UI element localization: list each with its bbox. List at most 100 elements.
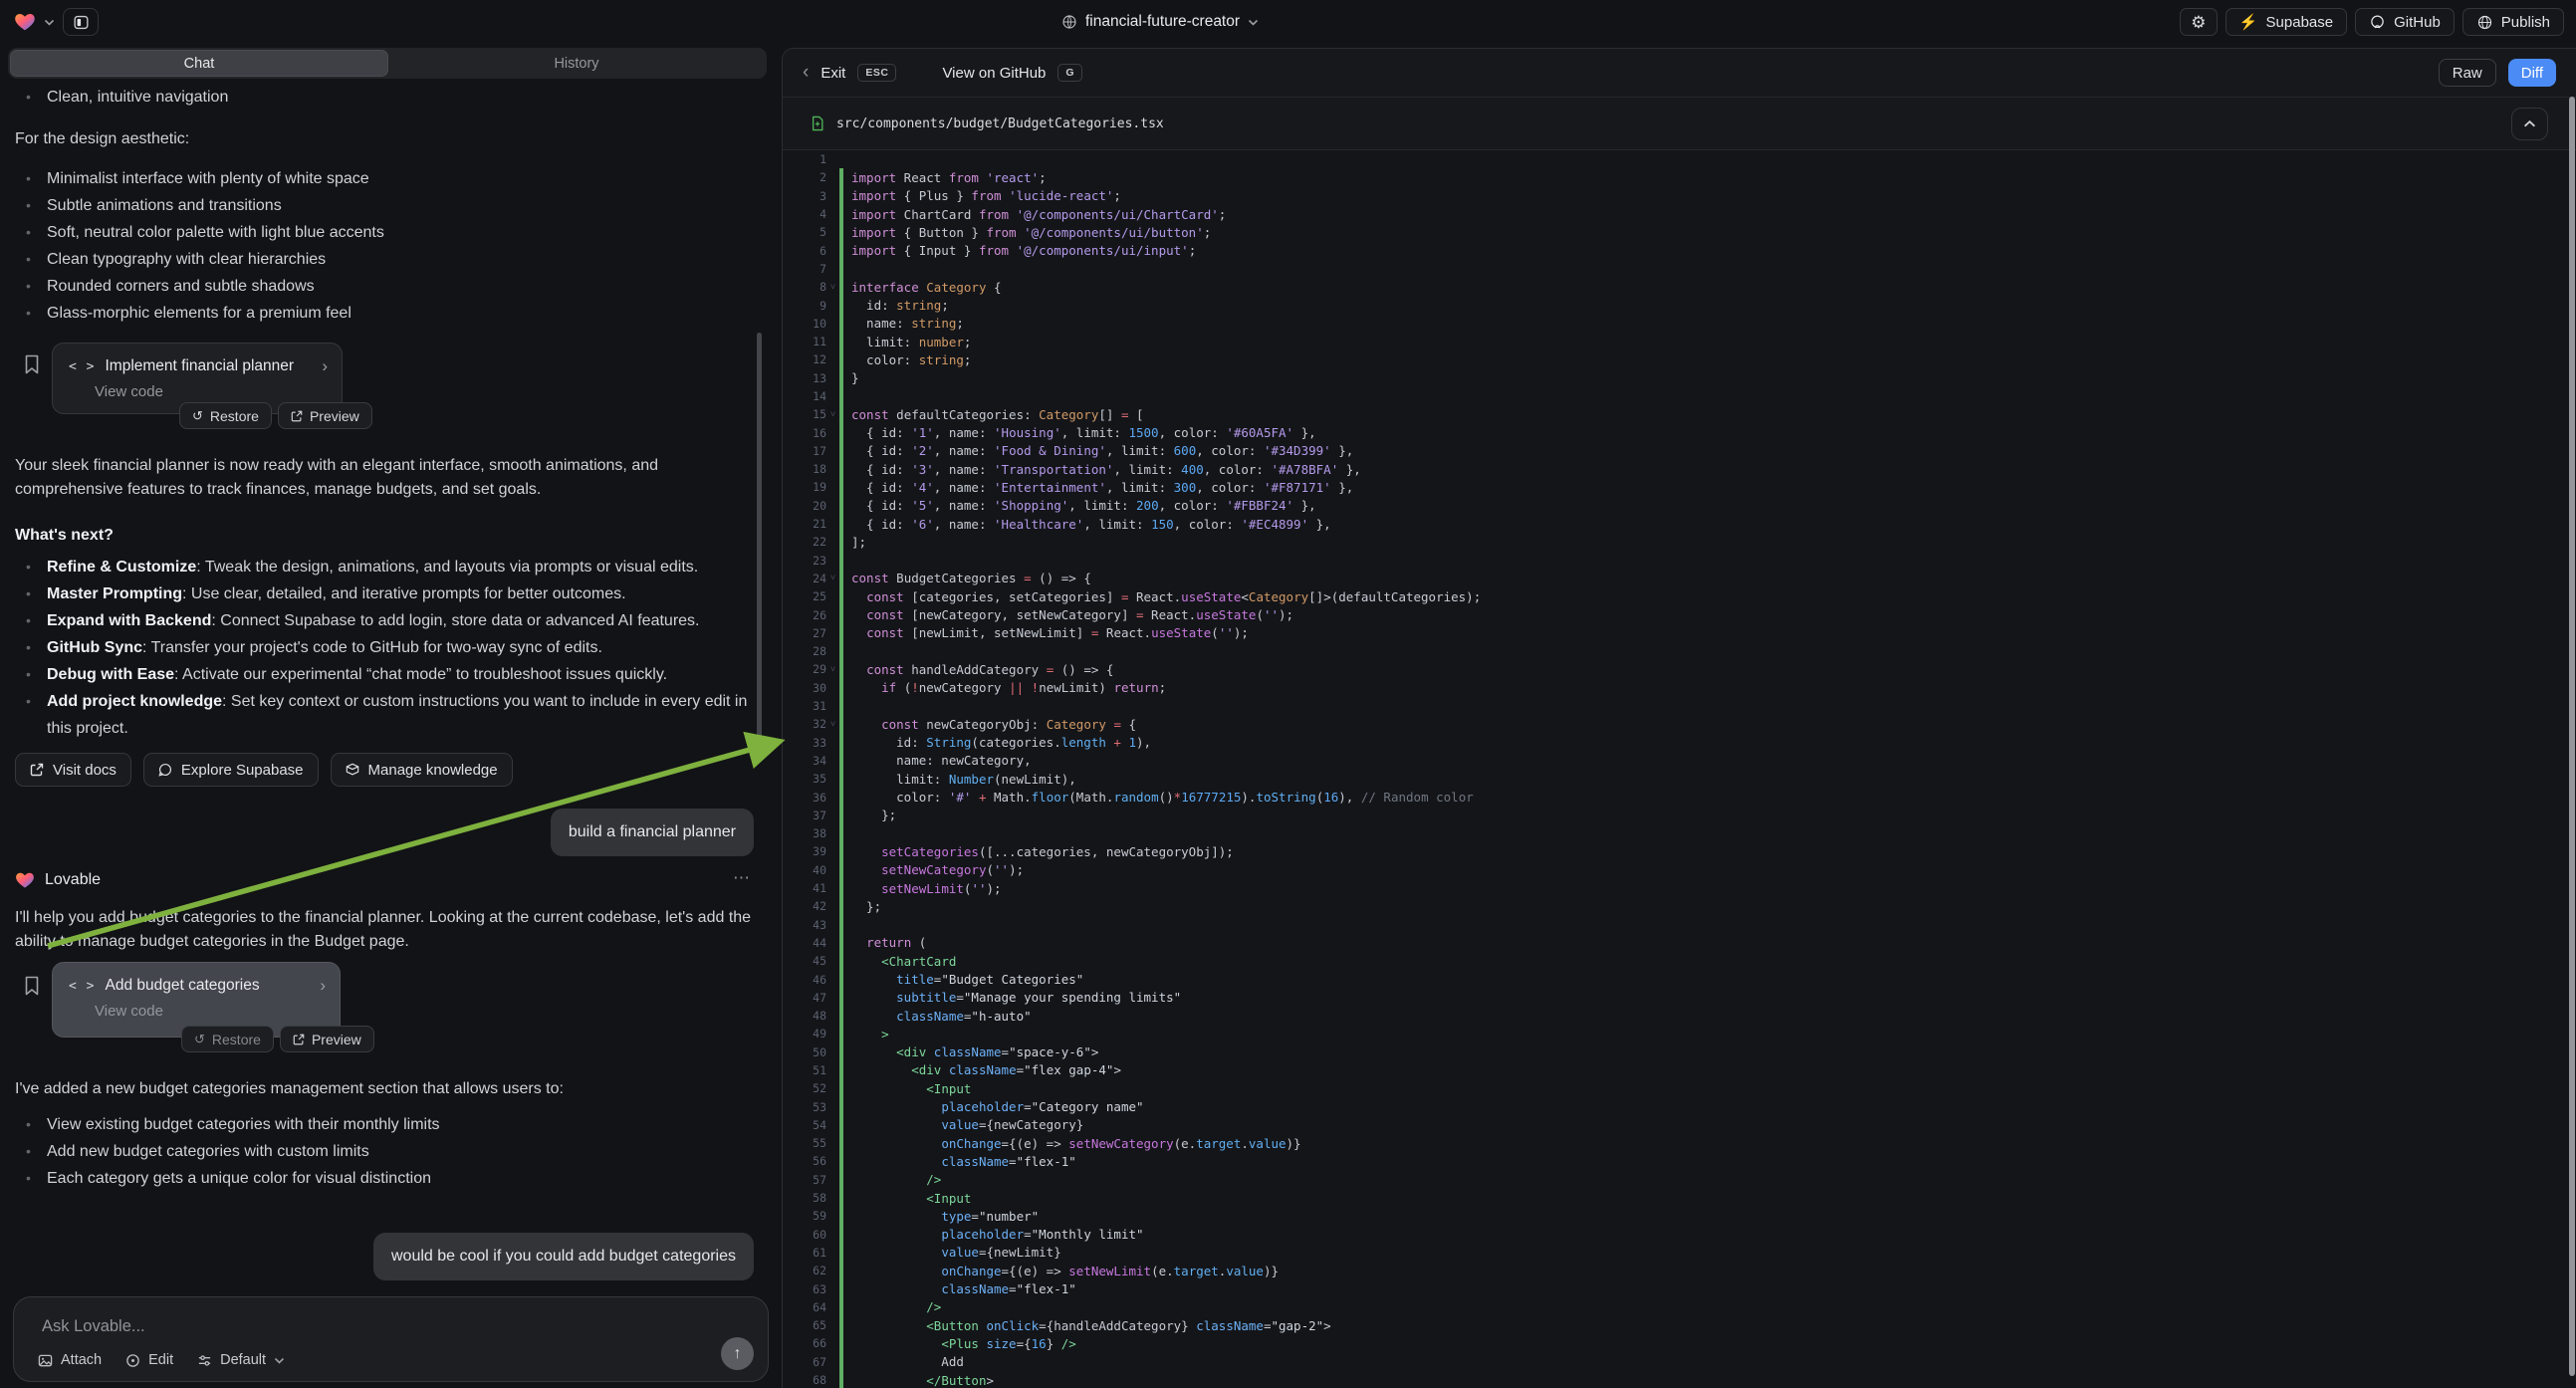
lovable-heart-icon [15, 870, 35, 890]
chevron-left-icon[interactable]: ‹ [803, 62, 809, 84]
more-menu-icon[interactable]: ⋯ [733, 868, 752, 888]
code-viewer-header: ‹ Exit ESC View on GitHub G Raw Diff [783, 49, 2576, 98]
file-path: src/components/budget/BudgetCategories.t… [836, 116, 1164, 131]
chevron-down-icon [1248, 19, 1259, 26]
list-item: Glass-morphic elements for a premium fee… [15, 300, 760, 327]
restore-icon: ↺ [192, 409, 203, 422]
code-scrollbar[interactable] [2569, 97, 2575, 1376]
knowledge-box-icon [346, 763, 359, 777]
preview-button[interactable]: Preview [280, 1026, 374, 1052]
code-line: 56 className="flex-1" [783, 1152, 2576, 1170]
code-line: 33 id: String(categories.length + 1), [783, 734, 2576, 752]
list-item: GitHub Sync: Transfer your project's cod… [15, 634, 760, 661]
code-line: 13} [783, 369, 2576, 387]
restore-button[interactable]: ↺Restore [179, 402, 272, 429]
list-item: Soft, neutral color palette with light b… [15, 219, 760, 246]
external-link-icon [291, 410, 303, 422]
bookmark-icon[interactable] [24, 976, 40, 996]
restore-button[interactable]: ↺Restore [181, 1026, 274, 1052]
publish-globe-icon [2476, 14, 2493, 31]
settings-button[interactable]: ⚙ [2180, 8, 2218, 36]
list-item: Clean typography with clear hierarchies [15, 246, 760, 273]
diff-toggle-button[interactable]: Diff [2508, 59, 2556, 87]
bookmark-icon[interactable] [24, 354, 40, 374]
list-item: Master Prompting: Use clear, detailed, a… [15, 580, 760, 607]
code-line: 30 if (!newCategory || !newLimit) return… [783, 679, 2576, 697]
view-code-link[interactable]: View code [53, 996, 340, 1020]
raw-toggle-button[interactable]: Raw [2439, 59, 2496, 87]
version-card-title: Add budget categories [105, 977, 310, 995]
quick-actions: Visit docs Explore Supabase Manage knowl… [15, 753, 513, 787]
code-line: 12 color: string; [783, 350, 2576, 368]
assistant-paragraph: Your sleek financial planner is now read… [15, 454, 762, 502]
toggle-sidebar-button[interactable] [63, 8, 99, 36]
list-item: Add project knowledge: Set key context o… [15, 688, 760, 742]
code-line: 37 }; [783, 807, 2576, 824]
send-button[interactable]: ↑ [721, 1337, 754, 1370]
tab-chat[interactable]: Chat [10, 50, 388, 77]
visit-docs-label: Visit docs [53, 762, 117, 779]
chevron-down-icon[interactable] [44, 19, 55, 26]
code-line: 34 name: newCategory, [783, 752, 2576, 770]
list-item: Rounded corners and subtle shadows [15, 273, 760, 300]
assistant-paragraph: I've added a new budget categories manag… [15, 1077, 762, 1101]
code-line: 32˅ const newCategoryObj: Category = { [783, 715, 2576, 733]
github-label: GitHub [2394, 14, 2441, 31]
github-icon [2369, 14, 2386, 31]
project-switcher[interactable]: financial-future-creator [1031, 0, 1289, 44]
code-editor[interactable]: 12import React from 'react';3import { Pl… [783, 150, 2576, 1388]
github-button[interactable]: GitHub [2355, 8, 2455, 36]
code-line: 38 [783, 824, 2576, 842]
attach-button[interactable]: Attach [38, 1352, 102, 1368]
manage-know-label: Manage knowledge [368, 762, 498, 779]
preview-label: Preview [310, 408, 359, 424]
view-on-github-button[interactable]: View on GitHub [942, 65, 1046, 82]
chat-bubble-icon [158, 763, 172, 777]
code-line: 14 [783, 387, 2576, 405]
code-viewer-panel: ‹ Exit ESC View on GitHub G Raw Diff src… [782, 48, 2576, 1388]
added-file-icon [811, 116, 824, 131]
edit-button[interactable]: Edit [125, 1352, 173, 1368]
sliders-icon [197, 1353, 212, 1368]
whats-next-heading: What's next? [15, 524, 762, 548]
code-line: 44 return ( [783, 934, 2576, 952]
code-line: 26 const [newCategory, setNewCategory] =… [783, 605, 2576, 623]
code-line: 67 Add [783, 1353, 2576, 1371]
list-item: Clean, intuitive navigation [15, 84, 760, 111]
version-card-title: Implement financial planner [105, 357, 312, 375]
publish-button[interactable]: Publish [2462, 8, 2564, 36]
code-line: 27 const [newLimit, setNewLimit] = React… [783, 624, 2576, 642]
lovable-logo-icon[interactable] [14, 11, 36, 33]
tab-history[interactable]: History [388, 50, 765, 77]
chat-composer[interactable]: Ask Lovable... Attach Edit Default ↑ [13, 1296, 769, 1382]
code-icon: < > [69, 359, 95, 374]
view-code-link[interactable]: View code [53, 376, 342, 400]
manage-knowledge-button[interactable]: Manage knowledge [331, 753, 513, 787]
exit-button[interactable]: Exit [820, 65, 845, 82]
visit-docs-button[interactable]: Visit docs [15, 753, 131, 787]
chat-scrollbar[interactable] [757, 333, 762, 763]
file-path-bar[interactable]: src/components/budget/BudgetCategories.t… [783, 98, 2576, 150]
explore-supabase-button[interactable]: Explore Supabase [143, 753, 319, 787]
target-icon [125, 1353, 140, 1368]
code-line: 5import { Button } from '@/components/ui… [783, 223, 2576, 241]
code-line: 19 { id: '4', name: 'Entertainment', lim… [783, 478, 2576, 496]
code-line: 40 setNewCategory(''); [783, 861, 2576, 879]
code-line: 8˅interface Category { [783, 278, 2576, 296]
code-line: 57 /> [783, 1171, 2576, 1189]
project-name: financial-future-creator [1085, 13, 1240, 31]
attach-label: Attach [61, 1352, 102, 1368]
mode-selector[interactable]: Default [197, 1352, 285, 1368]
code-line: 20 { id: '5', name: 'Shopping', limit: 2… [783, 497, 2576, 515]
supabase-button[interactable]: ⚡Supabase [2225, 8, 2347, 36]
assistant-name: Lovable [45, 871, 101, 889]
code-line: 35 limit: Number(newLimit), [783, 770, 2576, 788]
chat-history-tabs: Chat History [8, 48, 767, 79]
preview-button[interactable]: Preview [278, 402, 372, 429]
image-icon [38, 1353, 53, 1368]
scroll-top-list: Clean, intuitive navigation [15, 84, 760, 111]
code-line: 36 color: '#' + Math.floor(Math.random()… [783, 788, 2576, 806]
code-line: 3import { Plus } from 'lucide-react'; [783, 187, 2576, 205]
collapse-file-button[interactable] [2511, 108, 2548, 140]
user-message: would be cool if you could add budget ca… [373, 1233, 754, 1280]
